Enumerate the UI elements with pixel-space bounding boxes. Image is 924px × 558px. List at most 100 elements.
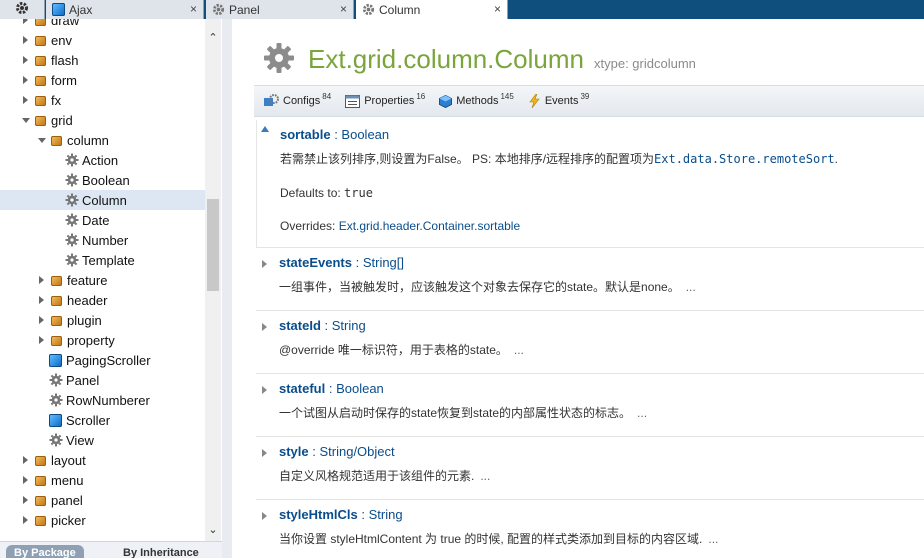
tree-item-column[interactable]: Column (0, 190, 206, 210)
settings-tab[interactable] (0, 0, 45, 19)
package-icon (50, 294, 63, 307)
expand-arrow-icon[interactable] (39, 296, 44, 304)
expand-arrow-icon[interactable] (23, 19, 28, 24)
tree-item-panel[interactable]: Panel (0, 370, 206, 390)
member-stateId[interactable]: stateId : String @override 唯一标识符，用于表格的st… (256, 311, 924, 374)
expand-arrow-icon[interactable] (23, 96, 28, 104)
scroll-down-icon[interactable]: ⌄ (208, 525, 218, 536)
tree-item-rownumberer[interactable]: RowNumberer (0, 390, 206, 410)
tree-scrollbar[interactable]: ⌃ ⌄ (205, 19, 221, 541)
tree-item-label: PagingScroller (66, 352, 151, 368)
tree-item-plugin[interactable]: plugin (0, 310, 206, 330)
tree-item-fx[interactable]: fx (0, 90, 206, 110)
tree-item-flash[interactable]: flash (0, 50, 206, 70)
expand-arrow-icon[interactable] (23, 476, 28, 484)
expand-arrow-icon[interactable] (39, 276, 44, 284)
expand-arrow-icon[interactable] (23, 516, 28, 524)
tree-item-property[interactable]: property (0, 330, 206, 350)
tree-item-boolean[interactable]: Boolean (0, 170, 206, 190)
member-stateful[interactable]: stateful : Boolean 一个试图从启动时保存的state恢复到st… (256, 374, 924, 437)
tree-item-view[interactable]: View (0, 430, 206, 450)
more-link[interactable]: ... (480, 469, 490, 483)
member-stateEvents[interactable]: stateEvents : String[] 一组事件，当被触发时，应该触发这个… (256, 248, 924, 311)
overrides-link[interactable]: Ext.grid.header.Container.sortable (339, 219, 520, 233)
tree-item-label: grid (51, 112, 73, 128)
more-link[interactable]: ... (708, 532, 718, 546)
member-name[interactable]: stateEvents (279, 255, 352, 270)
expand-icon[interactable] (262, 323, 267, 331)
scroll-up-icon[interactable]: ⌃ (208, 33, 218, 44)
collapse-arrow-icon[interactable] (38, 137, 46, 143)
tree-item-number[interactable]: Number (0, 230, 206, 250)
tree-item-grid[interactable]: grid (0, 110, 206, 130)
member-sortable: sortable : Boolean 若需禁止该列排序,则设置为False。 P… (256, 120, 924, 248)
tree-item-date[interactable]: Date (0, 210, 206, 230)
member-name[interactable]: styleHtmlCls (279, 507, 358, 522)
collapse-icon[interactable] (261, 126, 269, 132)
configs-button[interactable]: Configs 84 (263, 92, 331, 108)
tree-item-action[interactable]: Action (0, 150, 206, 170)
tab-ajax[interactable]: Ajax × (46, 0, 204, 19)
gear-icon (362, 3, 375, 16)
close-icon[interactable]: × (190, 2, 197, 16)
tree-item-layout[interactable]: layout (0, 450, 206, 470)
member-sep: : (351, 255, 363, 270)
tab-column[interactable]: Column × (356, 0, 508, 19)
panel-splitter[interactable] (222, 19, 232, 558)
gear-icon (212, 3, 225, 16)
methods-button[interactable]: Methods 145 (439, 92, 514, 108)
more-link[interactable]: ... (686, 280, 696, 294)
properties-button[interactable]: Properties 16 (345, 92, 425, 108)
tree-item-scroller[interactable]: Scroller (0, 410, 206, 430)
expand-arrow-icon[interactable] (23, 456, 28, 464)
member-style[interactable]: style : String/Object 自定义风格规范适用于该组件的元素..… (256, 437, 924, 500)
package-icon (34, 34, 47, 47)
tree-item-feature[interactable]: feature (0, 270, 206, 290)
tree-item-draw[interactable]: draw (0, 19, 206, 30)
member-name[interactable]: style (279, 444, 309, 459)
member-styleHtmlCls[interactable]: styleHtmlCls : String 当你设置 styleHtmlCont… (256, 500, 924, 558)
scroll-thumb[interactable] (207, 199, 219, 291)
member-name[interactable]: stateful (279, 381, 325, 396)
remote-sort-link[interactable]: Ext.data.Store.remoteSort (654, 152, 835, 166)
tree-item-menu[interactable]: menu (0, 470, 206, 490)
tab-panel[interactable]: Panel × (206, 0, 354, 19)
tree-item-picker[interactable]: picker (0, 510, 206, 530)
expand-arrow-icon[interactable] (23, 76, 28, 84)
class-icon (49, 413, 62, 427)
expand-icon[interactable] (262, 386, 267, 394)
expand-icon[interactable] (262, 449, 267, 457)
tree-item-label: fx (51, 92, 62, 108)
expand-icon[interactable] (262, 512, 267, 520)
close-icon[interactable]: × (494, 2, 501, 16)
more-link[interactable]: ... (514, 343, 524, 357)
tree-item-panel[interactable]: panel (0, 490, 206, 510)
tree-item-template[interactable]: Template (0, 250, 206, 270)
by-package-tab[interactable]: By Package (6, 545, 84, 558)
member-description: 一组事件，当被触发时，应该触发这个对象去保存它的state。默认是none。..… (279, 278, 696, 295)
member-name[interactable]: stateId (279, 318, 321, 333)
expand-arrow-icon[interactable] (23, 496, 28, 504)
expand-arrow-icon[interactable] (23, 56, 28, 64)
collapse-arrow-icon[interactable] (22, 117, 30, 123)
package-icon (34, 114, 47, 127)
tree-item-form[interactable]: form (0, 70, 206, 90)
tree-item-header[interactable]: header (0, 290, 206, 310)
tree-item-env[interactable]: env (0, 30, 206, 50)
tree-item-label: Number (82, 232, 129, 248)
expand-arrow-icon[interactable] (39, 316, 44, 324)
by-inheritance-tab[interactable]: By Inheritance (115, 545, 207, 558)
tree-item-column[interactable]: column (0, 130, 206, 150)
member-name[interactable]: sortable (280, 127, 331, 142)
overrides-line: Overrides: Ext.grid.header.Container.sor… (280, 219, 520, 233)
expand-arrow-icon[interactable] (39, 336, 44, 344)
tab-bar: Ajax × Panel × Column × (0, 0, 924, 19)
expand-arrow-icon[interactable] (23, 36, 28, 44)
events-button[interactable]: Events 39 (528, 92, 589, 108)
more-link[interactable]: ... (637, 406, 647, 420)
component-icon (65, 213, 79, 227)
tree-item-pagingscroller[interactable]: PagingScroller (0, 350, 206, 370)
close-icon[interactable]: × (340, 2, 347, 16)
expand-icon[interactable] (262, 260, 267, 268)
